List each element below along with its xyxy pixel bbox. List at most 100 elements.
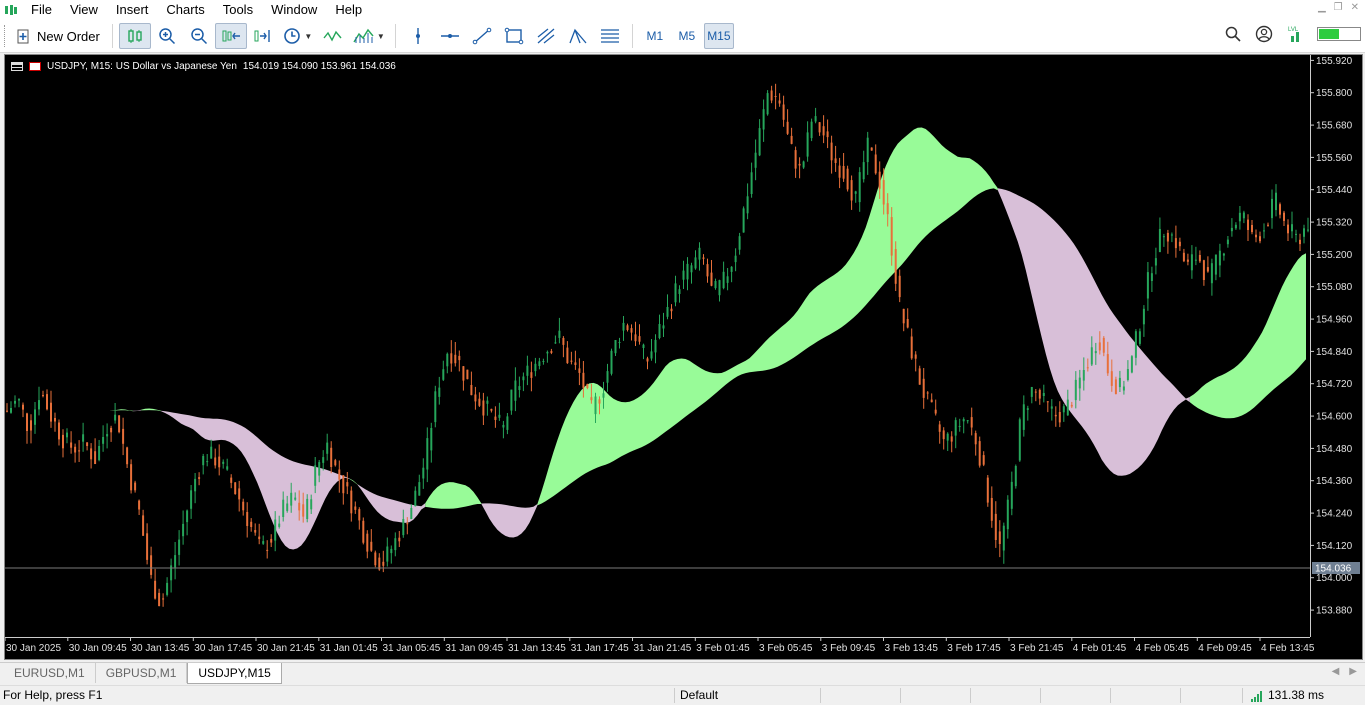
candle-bear	[782, 104, 785, 120]
timeframe-m1-button[interactable]: M1	[640, 23, 670, 49]
time-label: 31 Jan 05:45	[383, 643, 441, 654]
candle-bull	[962, 419, 965, 422]
ichimoku-cloud-segment	[425, 482, 482, 509]
status-bar: For Help, press F1 Default 131.38 ms	[0, 685, 1365, 704]
close-icon[interactable]: ✕	[1351, 2, 1359, 13]
trade-panel-icon[interactable]	[29, 62, 41, 71]
candle-bull	[290, 492, 293, 506]
restore-icon[interactable]: ❐	[1334, 2, 1343, 13]
candle-bear	[94, 451, 97, 464]
candle-bear	[26, 413, 28, 431]
indicators-button[interactable]	[317, 23, 349, 49]
candle-bear	[454, 354, 457, 364]
menu-tools[interactable]: Tools	[214, 0, 262, 20]
zoom-out-button[interactable]	[183, 23, 215, 49]
candle-bear	[798, 163, 801, 166]
time-label: 4 Feb 05:45	[1136, 643, 1190, 654]
candle-bear	[850, 180, 853, 201]
menu-help[interactable]: Help	[326, 0, 371, 20]
templates-button[interactable]: ▼	[349, 23, 389, 49]
toolbar: New Order ▼ ▼ M1 M5 M15 LVL	[0, 20, 1365, 53]
scroll-left-icon[interactable]: ◀	[1332, 666, 1340, 677]
chart-shift-button[interactable]	[247, 23, 279, 49]
candle-bear	[1046, 401, 1049, 403]
candle-bull	[502, 424, 505, 428]
candle-bear	[990, 498, 993, 521]
status-ping[interactable]: 131.38 ms	[1250, 686, 1324, 705]
chart-canvas[interactable]: 155.920 155.800 155.680 155.560 155.440 155.3…	[5, 55, 1362, 659]
zoom-in-button[interactable]	[151, 23, 183, 49]
time-label: 30 Jan 09:45	[69, 643, 127, 654]
new-order-button[interactable]: New Order	[11, 23, 106, 49]
toolbar-grip[interactable]	[4, 25, 7, 47]
candle-bear	[302, 504, 305, 517]
candle-bull	[430, 428, 433, 451]
scroll-right-icon[interactable]: ▶	[1349, 666, 1357, 677]
candle-bull	[1307, 229, 1309, 231]
trendline-button[interactable]	[466, 23, 498, 49]
search-icon[interactable]	[1225, 26, 1241, 42]
candle-bear	[338, 469, 341, 480]
vertical-line-button[interactable]	[402, 23, 434, 49]
candle-bear	[334, 460, 337, 466]
menu-insert[interactable]: Insert	[107, 0, 158, 20]
candle-bull	[278, 523, 281, 527]
candle-bear	[346, 482, 349, 487]
chart-menu-icon[interactable]	[11, 62, 23, 71]
candle-bull	[518, 386, 521, 390]
indicator-icon	[323, 30, 342, 42]
tab-eurusd-m1[interactable]: EURUSD,M1	[4, 663, 96, 683]
account-icon[interactable]	[1255, 25, 1273, 43]
chart-window[interactable]: 155.920 155.800 155.680 155.560 155.440 155.3…	[4, 54, 1363, 660]
candle-bear	[874, 154, 877, 174]
tab-gbpusd-m1[interactable]: GBPUSD,M1	[96, 663, 188, 683]
candle-bear	[1259, 236, 1261, 242]
chart-ohlc-values: 154.019 154.090 153.961 154.036	[242, 61, 396, 72]
candle-bear	[62, 434, 64, 449]
menu-file[interactable]: File	[22, 0, 61, 20]
timeframe-m5-button[interactable]: M5	[672, 23, 702, 49]
candle-bear	[142, 515, 145, 536]
candle-bull	[1275, 192, 1277, 211]
ping-value: 131.38 ms	[1268, 688, 1325, 702]
fibonacci-button[interactable]	[530, 23, 562, 49]
candle-bear	[926, 392, 929, 394]
shapes-button[interactable]	[498, 23, 530, 49]
price-label: 153.880	[1316, 606, 1353, 617]
menu-charts[interactable]: Charts	[157, 0, 213, 20]
candle-bull	[1126, 369, 1129, 380]
candle-bull	[226, 466, 229, 470]
candle-bear	[986, 477, 989, 503]
candle-bull	[694, 257, 697, 269]
lines-button[interactable]	[594, 23, 626, 49]
candle-bear	[30, 420, 32, 431]
candlestick-chart-button[interactable]	[118, 23, 151, 49]
candlestick-icon	[128, 29, 142, 43]
candle-bull	[286, 503, 289, 511]
tab-usdjpy-m15[interactable]: USDJPY,M15	[187, 663, 282, 684]
tab-scroll-arrows: ◀ ▶	[1332, 666, 1357, 677]
candle-bear	[350, 490, 353, 514]
minimize-icon[interactable]: ▁	[1318, 2, 1326, 13]
pitchfork-button[interactable]	[562, 23, 594, 49]
price-label: 155.920	[1316, 56, 1353, 67]
candle-bear	[1255, 234, 1257, 238]
candle-bear	[254, 530, 257, 533]
candle-bull	[662, 325, 665, 329]
horizontal-line-button[interactable]	[434, 23, 466, 49]
menu-window[interactable]: Window	[262, 0, 326, 20]
candle-bear	[982, 455, 985, 465]
time-label: 31 Jan 21:45	[634, 643, 692, 654]
periodicity-button[interactable]: ▼	[279, 23, 317, 49]
candle-bull	[538, 361, 541, 366]
signal-level-icon[interactable]: LVL	[1287, 24, 1303, 44]
candle-bull	[486, 400, 489, 404]
auto-scroll-button[interactable]	[214, 23, 247, 49]
status-profile[interactable]: Default	[680, 686, 718, 705]
timeframe-m15-button[interactable]: M15	[703, 23, 734, 49]
candle-bear	[838, 165, 841, 178]
candle-bull	[810, 121, 813, 139]
candle-bear	[842, 166, 845, 179]
candle-bull	[650, 351, 653, 359]
menu-view[interactable]: View	[61, 0, 107, 20]
